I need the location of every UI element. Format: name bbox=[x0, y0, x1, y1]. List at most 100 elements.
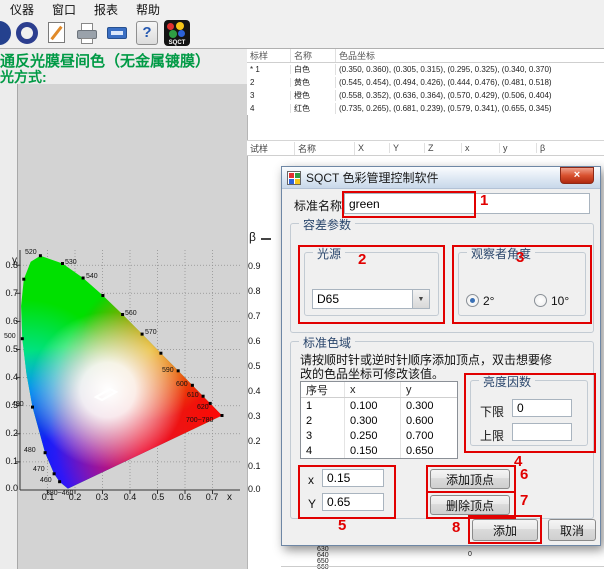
annotation-number-3: 3 bbox=[516, 249, 524, 266]
x-tick: 0.4 bbox=[120, 492, 140, 502]
observer-radio-2deg-label: 2° bbox=[483, 294, 494, 308]
close-icon[interactable]: × bbox=[560, 167, 594, 184]
vertex-y: 0.600 bbox=[401, 413, 457, 428]
standards-table: 标样 名称 色品坐标 * 1 白色 (0.350, 0.360), (0.305… bbox=[247, 49, 604, 115]
table-row[interactable]: 3 橙色 (0.558, 0.352), (0.636, 0.364), (0.… bbox=[247, 89, 604, 102]
upper-limit-input[interactable] bbox=[512, 423, 572, 441]
row-name: 橙色 bbox=[291, 90, 336, 101]
observer-radio-10deg[interactable] bbox=[534, 294, 547, 307]
beta-tick: 0.3 bbox=[248, 411, 261, 421]
standard-name-input[interactable] bbox=[344, 193, 590, 214]
col-header-coords: 色品坐标 bbox=[336, 49, 604, 62]
wavelength-label: 520 bbox=[25, 249, 37, 256]
gamut-instructions-line2: 改的色品坐标可修改该值。 bbox=[300, 365, 444, 382]
document-subtitle: 光方式: bbox=[0, 67, 47, 87]
y-tick: 0.7 bbox=[2, 288, 18, 298]
y-tick: 0.2 bbox=[2, 428, 18, 438]
samples-table-header: 试样 名称 X Y Z x y β bbox=[247, 140, 604, 156]
row-id: 4 bbox=[247, 104, 291, 113]
beta-tick: 0.1 bbox=[248, 461, 261, 471]
vertex-x: 0.250 bbox=[345, 428, 401, 443]
observer-radio-10deg-label: 10° bbox=[551, 294, 569, 308]
application-window: 仪器 窗口 报表 帮助 ? SQCT bbox=[0, 0, 604, 569]
vertex-table: 序号 x y 1 0.100 0.300 2 0.300 0.600 3 0.2… bbox=[300, 381, 458, 459]
add-button[interactable]: 添加 bbox=[472, 519, 538, 541]
row-id: 3 bbox=[247, 91, 291, 100]
gamut-group-label: 标准色域 bbox=[299, 334, 355, 351]
annotation-number-8: 8 bbox=[452, 519, 460, 536]
row-coords: (0.350, 0.360), (0.305, 0.315), (0.295, … bbox=[336, 65, 604, 74]
vertex-y-input[interactable] bbox=[322, 493, 384, 511]
wavelength-label: 460 bbox=[40, 477, 52, 484]
vertex-y: 0.300 bbox=[401, 398, 457, 413]
lower-limit-input[interactable] bbox=[512, 399, 572, 417]
wavelength-label: 530 bbox=[65, 259, 77, 266]
vertex-x: 0.300 bbox=[345, 413, 401, 428]
menu-item-instrument[interactable]: 仪器 bbox=[2, 0, 42, 19]
lower-limit-label: 下限 bbox=[480, 403, 504, 420]
sqct-logo-icon[interactable]: SQCT bbox=[164, 20, 190, 46]
annotation-number-6: 6 bbox=[520, 466, 528, 483]
x-tick: 0.6 bbox=[175, 492, 195, 502]
luminance-group-label: 亮度因数 bbox=[479, 373, 535, 390]
vertex-row[interactable]: 1 0.100 0.300 bbox=[301, 398, 457, 413]
wavelength-label: 480 bbox=[24, 447, 36, 454]
observer-radio-2deg[interactable] bbox=[466, 294, 479, 307]
observer-group-label: 观察者角度 bbox=[467, 245, 535, 262]
chevron-down-icon[interactable]: ▼ bbox=[412, 290, 429, 308]
wavelength-label: 560 bbox=[125, 310, 137, 317]
help-glyph: ? bbox=[142, 24, 151, 41]
col-header-x: x bbox=[462, 143, 500, 153]
sqct-dialog: SQCT 色彩管理控制软件 × 标准名称: 容差参数 光源 D65 ▼ 观察者角… bbox=[281, 166, 601, 546]
help-icon[interactable]: ? bbox=[136, 21, 158, 45]
vertex-index: 3 bbox=[301, 428, 345, 443]
x-tick: 0.3 bbox=[92, 492, 112, 502]
vertex-table-header: 序号 x y bbox=[301, 382, 457, 398]
col-header-sample: 试样 bbox=[247, 142, 295, 155]
printer-icon[interactable] bbox=[76, 22, 98, 44]
light-source-value: D65 bbox=[313, 290, 412, 308]
vertex-row[interactable]: 4 0.150 0.650 bbox=[301, 443, 457, 458]
wavelength-label: 610 bbox=[187, 392, 199, 399]
menu-item-report[interactable]: 报表 bbox=[86, 0, 126, 19]
row-name: 红色 bbox=[291, 103, 336, 114]
vertex-x-label: x bbox=[308, 473, 314, 487]
dialog-titlebar[interactable]: SQCT 色彩管理控制软件 × bbox=[282, 167, 600, 189]
row-name: 黄色 bbox=[291, 77, 336, 88]
sqct-logo-label: SQCT bbox=[164, 40, 190, 46]
partial-circle-icon[interactable] bbox=[0, 21, 11, 45]
edit-report-icon[interactable] bbox=[48, 22, 65, 43]
table-row[interactable]: 2 黄色 (0.545, 0.454), (0.494, 0.426), (0.… bbox=[247, 76, 604, 89]
delete-vertex-button[interactable]: 删除顶点 bbox=[430, 495, 510, 515]
col-header-standard: 标样 bbox=[247, 49, 291, 62]
cancel-button[interactable]: 取消 bbox=[548, 519, 596, 541]
beta-tick: 0.8 bbox=[248, 286, 261, 296]
col-header-Z: Z bbox=[425, 143, 462, 153]
vertex-row[interactable]: 3 0.250 0.700 bbox=[301, 428, 457, 443]
menu-item-window[interactable]: 窗口 bbox=[44, 0, 84, 19]
table-row[interactable]: 4 红色 (0.735, 0.265), (0.681, 0.239), (0.… bbox=[247, 102, 604, 115]
wavelength-label: 700~780 bbox=[186, 417, 213, 424]
col-header-name: 名称 bbox=[291, 49, 336, 62]
upper-limit-label: 上限 bbox=[480, 427, 504, 444]
wavelength-label: 600 bbox=[176, 381, 188, 388]
beta-tick: 0.7 bbox=[248, 311, 261, 321]
y-tick: 0.4 bbox=[2, 372, 18, 382]
vertex-x: 0.150 bbox=[345, 443, 401, 458]
vertex-index: 4 bbox=[301, 443, 345, 458]
y-tick: 0.0 bbox=[2, 483, 18, 493]
add-vertex-button[interactable]: 添加顶点 bbox=[430, 469, 510, 489]
vertex-x-input[interactable] bbox=[322, 469, 384, 487]
print-preview-icon[interactable] bbox=[106, 22, 128, 44]
menu-item-help[interactable]: 帮助 bbox=[128, 0, 168, 19]
light-source-group-label: 光源 bbox=[313, 245, 345, 262]
vertex-col-x: x bbox=[345, 382, 401, 397]
vertex-row[interactable]: 2 0.300 0.600 bbox=[301, 413, 457, 428]
table-row[interactable]: * 1 白色 (0.350, 0.360), (0.305, 0.315), (… bbox=[247, 63, 604, 76]
wavelength-label: 500 bbox=[4, 333, 16, 340]
vertex-index: 2 bbox=[301, 413, 345, 428]
ring-icon[interactable] bbox=[16, 22, 38, 44]
row-coords: (0.558, 0.352), (0.636, 0.364), (0.570, … bbox=[336, 91, 604, 100]
light-source-dropdown[interactable]: D65 ▼ bbox=[312, 289, 430, 309]
x-axis-title: x bbox=[227, 492, 232, 503]
